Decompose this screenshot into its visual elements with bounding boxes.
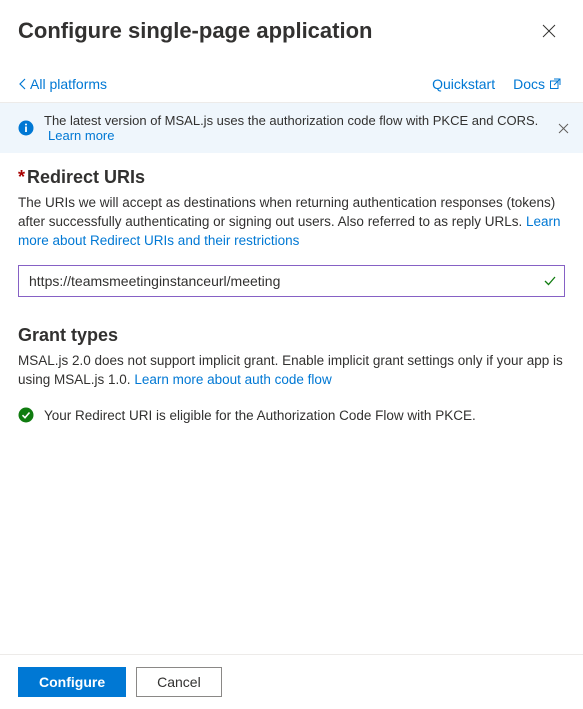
eligibility-status: Your Redirect URI is eligible for the Au…: [18, 407, 565, 423]
info-banner: The latest version of MSAL.js uses the a…: [0, 103, 583, 153]
external-link-icon: [549, 78, 561, 90]
back-label: All platforms: [30, 76, 107, 92]
redirect-uri-input[interactable]: [18, 265, 565, 297]
dismiss-banner-button[interactable]: [558, 123, 569, 134]
info-icon: [18, 120, 34, 136]
chevron-left-icon: [18, 78, 28, 90]
grant-types-heading: Grant types: [18, 325, 565, 346]
required-indicator: *: [18, 167, 25, 187]
status-text: Your Redirect URI is eligible for the Au…: [44, 408, 476, 423]
docs-label: Docs: [513, 76, 545, 92]
info-learn-more-link[interactable]: Learn more: [48, 128, 114, 143]
valid-check-icon: [543, 274, 557, 288]
configure-button[interactable]: Configure: [18, 667, 126, 697]
back-all-platforms-link[interactable]: All platforms: [18, 76, 107, 92]
success-check-icon: [18, 407, 34, 423]
close-icon: [542, 24, 556, 38]
grant-description: MSAL.js 2.0 does not support implicit gr…: [18, 352, 565, 390]
redirect-description: The URIs we will accept as destinations …: [18, 194, 565, 251]
close-button[interactable]: [539, 21, 559, 41]
info-message: The latest version of MSAL.js uses the a…: [44, 113, 538, 128]
cancel-button[interactable]: Cancel: [136, 667, 222, 697]
quickstart-link[interactable]: Quickstart: [432, 76, 495, 92]
redirect-uris-heading: *Redirect URIs: [18, 167, 565, 188]
docs-link[interactable]: Docs: [513, 76, 561, 92]
page-title: Configure single-page application: [18, 18, 372, 44]
grant-learn-more-link[interactable]: Learn more about auth code flow: [134, 372, 331, 387]
